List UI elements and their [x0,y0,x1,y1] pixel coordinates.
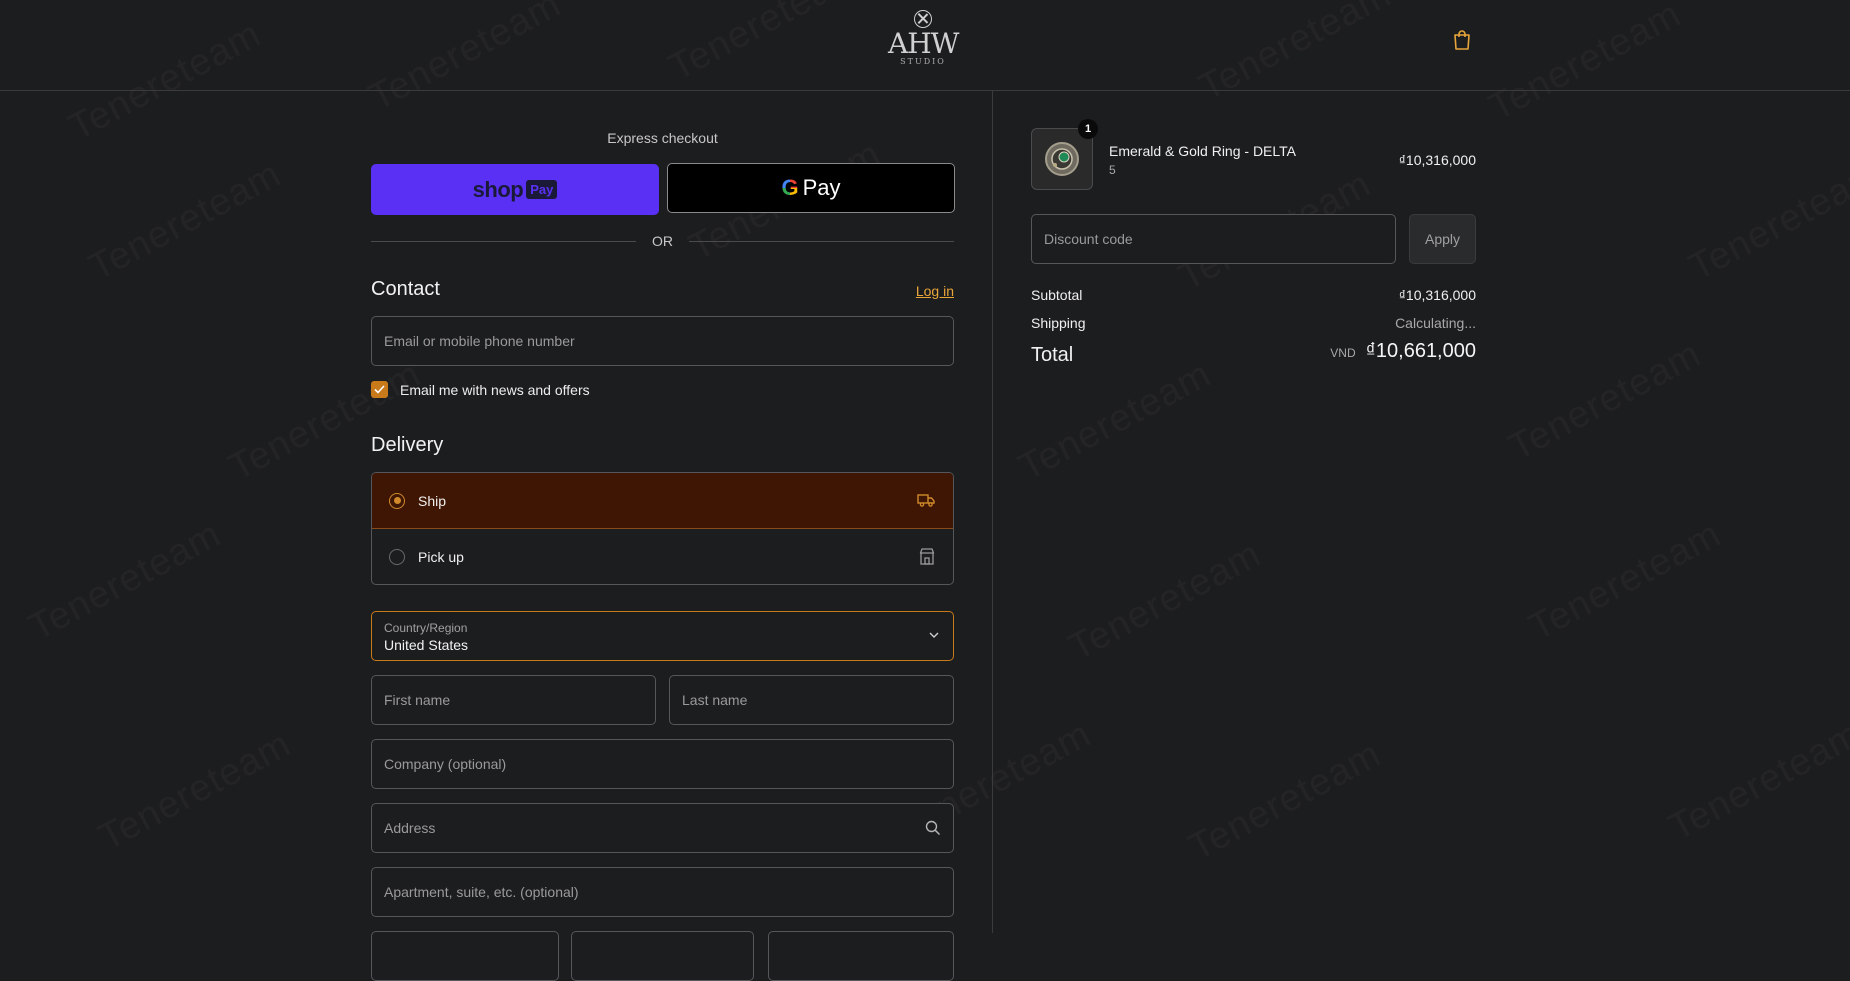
total-amount: VND ₫10,661,000 [1330,340,1476,363]
brand-logo[interactable]: AHW STUDIO [888,10,959,70]
watermark: Tenereteam [1062,533,1268,670]
store-icon [919,548,935,565]
watermark: Tenereteam [1522,513,1728,650]
shop-pay-badge: Pay [526,180,558,199]
delivery-method-group: Ship Pick up [371,472,954,585]
state-field[interactable] [571,931,754,981]
logo-word: AHW [888,27,959,60]
watermark: Tenereteam [22,513,228,650]
last-name-placeholder: Last name [682,692,748,708]
product-price: ₫10,316,000 [1398,152,1476,168]
watermark: Tenereteam [1502,333,1708,470]
news-checkbox-label: Email me with news and offers [400,381,590,398]
watermark: Tenereteam [1682,153,1850,290]
subtotal-label: Subtotal [1031,287,1083,303]
product-variant: 5 [1109,163,1116,177]
truck-icon [917,494,935,507]
address-field[interactable]: Address [371,803,954,853]
ship-label: Ship [418,492,447,509]
news-checkbox[interactable] [371,381,388,398]
search-icon [925,820,941,836]
subtotal-value: ₫10,316,000 [1398,287,1476,303]
country-select[interactable]: Country/Region United States [371,611,954,661]
total-currency: VND [1330,346,1356,360]
google-pay-button[interactable]: G Pay [667,163,955,213]
watermark: Tenereteam [1182,733,1388,870]
quantity-badge: 1 [1078,119,1098,139]
watermark: Tenereteam [222,353,428,490]
news-checkbox-row[interactable]: Email me with news and offers [371,381,590,398]
company-field[interactable]: Company (optional) [371,739,954,789]
or-label: OR [652,233,673,249]
chevron-down-icon [929,632,939,638]
shipping-row: Shipping Calculating... [1031,315,1476,331]
apply-discount-button[interactable]: Apply [1409,214,1476,264]
first-name-placeholder: First name [384,692,451,708]
subtotal-row: Subtotal ₫10,316,000 [1031,287,1476,303]
country-value: United States [384,637,469,653]
google-pay-label: Pay [802,175,841,200]
shop-pay-label: shop [472,176,524,202]
pickup-label: Pick up [418,549,464,565]
first-name-field[interactable]: First name [371,675,656,725]
country-label: Country/Region [384,621,468,635]
pickup-radio[interactable] [389,549,405,565]
total-value: ₫10,661,000 [1365,340,1476,362]
product-name: Emerald & Gold Ring - DELTA [1109,143,1296,159]
email-placeholder: Email or mobile phone number [384,333,575,349]
express-checkout-title: Express checkout [607,130,718,146]
city-field[interactable] [371,931,559,981]
google-g-icon: G [781,175,799,200]
ship-radio[interactable] [389,492,405,509]
company-placeholder: Company (optional) [384,756,507,772]
total-label: Total [1031,344,1074,366]
login-link[interactable]: Log in [916,283,954,299]
delivery-option-pickup[interactable]: Pick up [372,529,953,584]
delivery-option-ship[interactable]: Ship [372,473,953,529]
or-separator: OR [371,231,954,251]
address-placeholder: Address [384,820,436,836]
ring-image-icon [1045,142,1079,176]
last-name-field[interactable]: Last name [669,675,954,725]
watermark: Tenereteam [92,723,298,860]
shipping-value: Calculating... [1395,315,1476,331]
delivery-heading: Delivery [371,434,444,456]
contact-heading: Contact [371,278,440,300]
total-row: Total VND ₫10,661,000 [1031,340,1476,367]
email-field[interactable]: Email or mobile phone number [371,316,954,366]
site-header: AHW STUDIO [0,0,1850,91]
watermark: Tenereteam [1662,713,1850,850]
discount-placeholder: Discount code [1044,231,1133,247]
cart-button[interactable] [1452,29,1474,51]
shipping-label: Shipping [1031,315,1086,331]
apartment-placeholder: Apartment, suite, etc. (optional) [384,884,579,900]
watermark: Tenereteam [82,153,288,290]
shopping-bag-icon [1454,30,1470,50]
watermark: Tenereteam [1012,353,1218,490]
column-divider [992,91,993,933]
logo-mark-icon [914,10,932,28]
checkmark-icon [374,385,385,394]
discount-code-field[interactable]: Discount code [1031,214,1396,264]
apartment-field[interactable]: Apartment, suite, etc. (optional) [371,867,954,917]
shop-pay-button[interactable]: shop Pay [371,164,659,215]
zip-field[interactable] [768,931,954,981]
